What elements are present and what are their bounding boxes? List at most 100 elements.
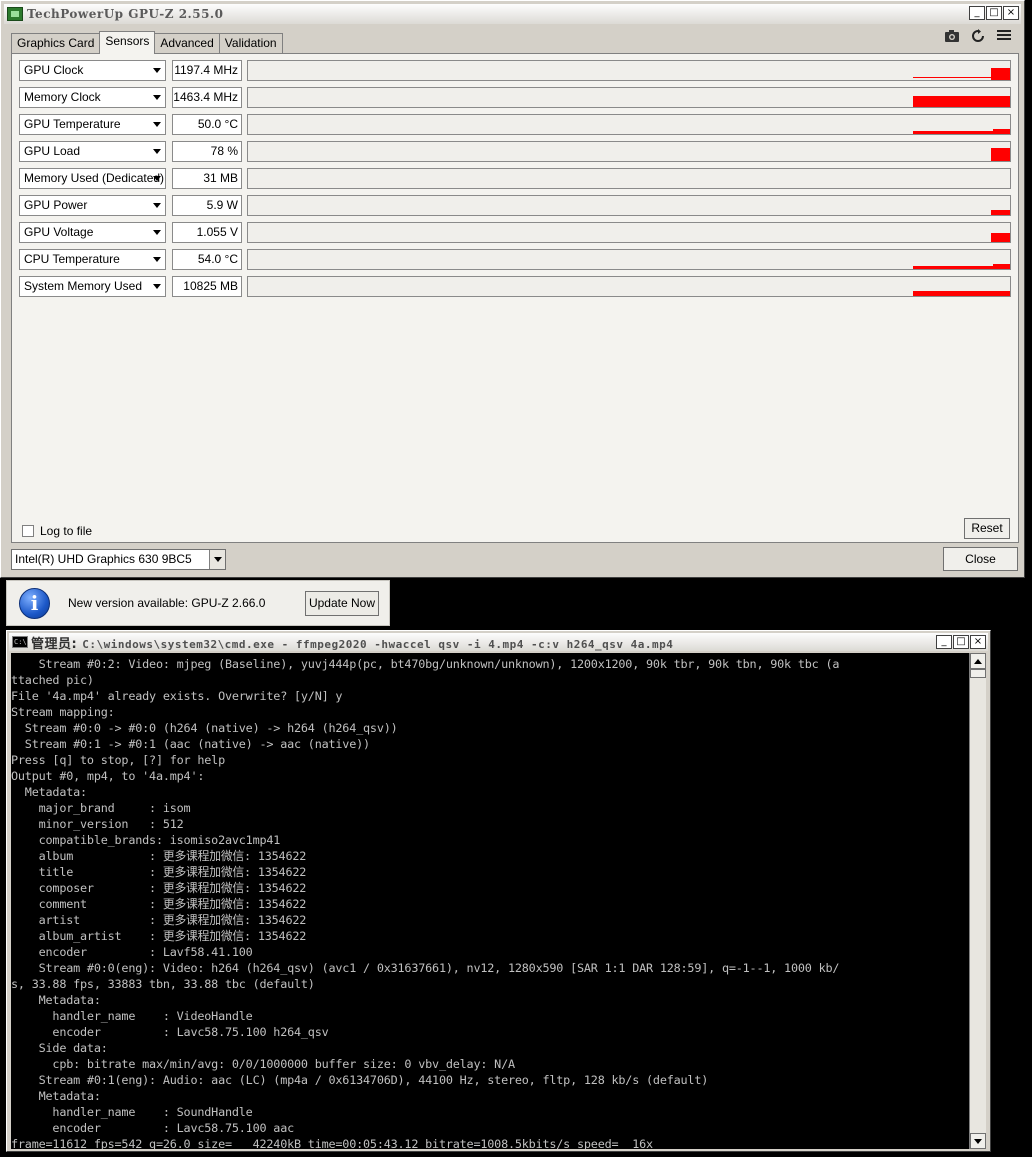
console-line: encoder : Lavc58.75.100 aac: [11, 1121, 294, 1135]
sensor-select-gpu-clock[interactable]: GPU Clock: [19, 60, 166, 81]
console-line: Stream #0:1(eng): Audio: aac (LC) (mp4a …: [11, 1073, 709, 1087]
update-now-button[interactable]: Update Now: [305, 591, 379, 616]
sensor-name: GPU Power: [24, 198, 88, 212]
menu-icon[interactable]: [996, 29, 1012, 45]
sensor-graph-cpu-temperature: [247, 249, 1011, 270]
sensor-row: GPU Clock 1197.4 MHz: [19, 60, 1011, 82]
gpuz-tabs: Graphics Card Sensors Advanced Validatio…: [11, 31, 283, 54]
chevron-down-icon[interactable]: [153, 257, 161, 262]
cmd-maximize-button[interactable]: □: [953, 635, 969, 649]
sensor-value-system-memory-used: 10825 MB: [172, 276, 242, 297]
console-line: comment : 更多课程加微信: 1354622: [11, 897, 307, 911]
cmd-title-prefix: 管理员:: [31, 636, 83, 652]
refresh-icon[interactable]: [970, 29, 986, 45]
log-to-file-label: Log to file: [40, 524, 93, 538]
maximize-button[interactable]: □: [986, 6, 1002, 20]
console-line: Metadata:: [11, 1089, 101, 1103]
cmd-close-button[interactable]: ×: [970, 635, 986, 649]
console-line: artist : 更多课程加微信: 1354622: [11, 913, 307, 927]
sensor-select-gpu-load[interactable]: GPU Load: [19, 141, 166, 162]
console-text: Stream #0:2: Video: mjpeg (Baseline), yu…: [11, 656, 970, 1149]
console-line: handler_name : VideoHandle: [11, 1009, 253, 1023]
chevron-down-icon[interactable]: [153, 176, 161, 181]
console-line: Stream #0:0 -> #0:0 (h264 (native) -> h2…: [11, 721, 398, 735]
sensor-graph-gpu-load: [247, 141, 1011, 162]
console-line: encoder : Lavc58.75.100 h264_qsv: [11, 1025, 329, 1039]
camera-icon[interactable]: [944, 29, 960, 45]
sensor-select-gpu-power[interactable]: GPU Power: [19, 195, 166, 216]
sensor-select-gpu-voltage[interactable]: GPU Voltage: [19, 222, 166, 243]
scroll-thumb[interactable]: [970, 669, 986, 678]
sensor-row: System Memory Used 10825 MB: [19, 276, 1011, 298]
close-window-button[interactable]: ×: [1003, 6, 1019, 20]
cmd-title: 管理员: C:\windows\system32\cmd.exe - ffmpe…: [31, 633, 673, 652]
cmd-titlebar[interactable]: C:\ 管理员: C:\windows\system32\cmd.exe - f…: [9, 633, 988, 652]
sensor-graph-plot: [913, 68, 1010, 80]
console-line: encoder : Lavf58.41.100: [11, 945, 253, 959]
console-line: Stream #0:2: Video: mjpeg (Baseline), yu…: [11, 657, 840, 671]
log-to-file[interactable]: Log to file: [22, 524, 92, 538]
sensor-name: Memory Used (Dedicated): [24, 171, 165, 185]
tab-validation[interactable]: Validation: [218, 33, 283, 53]
sensor-row: Memory Clock 1463.4 MHz: [19, 87, 1011, 109]
gpuz-titlebar[interactable]: TechPowerUp GPU-Z 2.55.0 _ □ ×: [4, 4, 1021, 24]
sensor-value-cpu-temperature: 54.0 °C: [172, 249, 242, 270]
chevron-down-icon[interactable]: [153, 284, 161, 289]
chevron-down-icon[interactable]: [153, 122, 161, 127]
console-scrollbar[interactable]: [969, 653, 986, 1149]
tab-graphics-card[interactable]: Graphics Card: [11, 33, 101, 53]
sensor-name: GPU Temperature: [24, 117, 121, 131]
sensor-graph-system-memory-used: [247, 276, 1011, 297]
sensor-graph-gpu-power: [247, 195, 1011, 216]
chevron-down-icon[interactable]: [209, 550, 225, 569]
gpuz-title: TechPowerUp GPU-Z 2.55.0: [27, 7, 224, 21]
console-line: compatible_brands: isomiso2avc1mp41: [11, 833, 281, 847]
close-button[interactable]: Close: [943, 547, 1018, 571]
sensor-value-gpu-power: 5.9 W: [172, 195, 242, 216]
sensor-graph-gpu-temperature: [247, 114, 1011, 135]
scroll-up-button[interactable]: [970, 653, 986, 669]
chevron-down-icon[interactable]: [153, 203, 161, 208]
chevron-down-icon[interactable]: [153, 95, 161, 100]
minimize-button[interactable]: _: [969, 6, 985, 20]
sensor-graph-plot: [991, 148, 1010, 161]
sensor-graph-gpu-clock: [247, 60, 1011, 81]
sensor-graph-plot: [913, 291, 1010, 296]
sensor-name: Memory Clock: [24, 90, 101, 104]
sensor-select-memory-used-dedicated[interactable]: Memory Used (Dedicated): [19, 168, 166, 189]
console-line: Metadata:: [11, 993, 101, 1007]
chevron-down-icon[interactable]: [153, 68, 161, 73]
sensor-select-system-memory-used[interactable]: System Memory Used: [19, 276, 166, 297]
sensor-row: GPU Load 78 %: [19, 141, 1011, 163]
update-notification: i New version available: GPU-Z 2.66.0 Up…: [6, 580, 390, 626]
gpu-selector[interactable]: Intel(R) UHD Graphics 630 9BC5: [11, 549, 226, 570]
gpuz-window: TechPowerUp GPU-Z 2.55.0 _ □ × Graphics …: [0, 0, 1025, 578]
chevron-down-icon[interactable]: [153, 149, 161, 154]
chevron-down-icon[interactable]: [153, 230, 161, 235]
sensor-value-memory-clock: 1463.4 MHz: [172, 87, 242, 108]
sensor-name: GPU Load: [24, 144, 81, 158]
sensor-name: GPU Clock: [24, 63, 84, 77]
console-line: Stream #0:1 -> #0:1 (aac (native) -> aac…: [11, 737, 370, 751]
sensor-value-gpu-temperature: 50.0 °C: [172, 114, 242, 135]
tab-advanced[interactable]: Advanced: [154, 33, 220, 53]
console-output[interactable]: Stream #0:2: Video: mjpeg (Baseline), yu…: [11, 653, 970, 1149]
tab-sensors[interactable]: Sensors: [99, 31, 156, 54]
console-line: Metadata:: [11, 785, 87, 799]
sensor-value-gpu-voltage: 1.055 V: [172, 222, 242, 243]
console-line: Stream mapping:: [11, 705, 115, 719]
console-line: album : 更多课程加微信: 1354622: [11, 849, 307, 863]
sensor-select-gpu-temperature[interactable]: GPU Temperature: [19, 114, 166, 135]
console-line: handler_name : SoundHandle: [11, 1105, 253, 1119]
console-line: Stream #0:0(eng): Video: h264 (h264_qsv)…: [11, 961, 840, 975]
sensor-select-memory-clock[interactable]: Memory Clock: [19, 87, 166, 108]
toolbar-icons: [944, 29, 1012, 45]
cmd-minimize-button[interactable]: _: [936, 635, 952, 649]
sensor-graph-plot: [913, 96, 1010, 107]
log-to-file-checkbox[interactable]: [22, 525, 34, 537]
sensor-row: GPU Temperature 50.0 °C: [19, 114, 1011, 136]
sensor-select-cpu-temperature[interactable]: CPU Temperature: [19, 249, 166, 270]
scroll-down-button[interactable]: [970, 1133, 986, 1149]
console-line: Output #0, mp4, to '4a.mp4':: [11, 769, 205, 783]
reset-button[interactable]: Reset: [964, 518, 1010, 539]
